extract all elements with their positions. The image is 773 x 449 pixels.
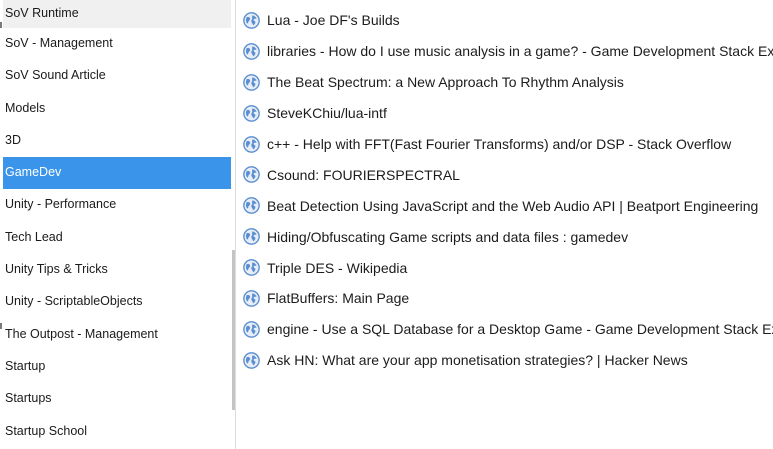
folder-item[interactable]: The Outpost - Management [3, 319, 231, 351]
bookmark-item[interactable]: Ask HN: What are your app monetisation s… [243, 345, 773, 376]
bookmark-title: FlatBuffers: Main Page [267, 290, 410, 307]
bookmark-title: c++ - Help with FFT(Fast Fourier Transfo… [267, 136, 732, 152]
bookmark-title: Ask HN: What are your app monetisation s… [267, 352, 688, 369]
bookmark-title: Beat Detection Using JavaScript and the … [267, 197, 759, 214]
bookmark-item[interactable]: Hiding/Obfuscating Game scripts and data… [243, 221, 773, 252]
globe-icon [243, 166, 260, 184]
bookmark-item[interactable]: FlatBuffers: Main Page [243, 283, 773, 314]
globe-icon [243, 197, 260, 215]
globe-icon [243, 135, 260, 153]
folder-item[interactable]: Startups [3, 383, 231, 415]
folder-item[interactable]: Unity Tips & Tricks [3, 254, 231, 286]
globe-icon [243, 290, 260, 307]
globe-icon [243, 351, 260, 369]
globe-icon [243, 104, 260, 122]
bookmark-title: engine - Use a SQL Database for a Deskto… [267, 321, 773, 338]
folder-item[interactable]: GameDev [3, 157, 231, 190]
globe-icon [243, 228, 260, 246]
folder-label: The Outpost - Management [5, 326, 158, 341]
bookmark-item[interactable]: Lua - Joe DF's Builds [243, 5, 773, 36]
globe-icon [243, 42, 260, 60]
bookmark-item[interactable]: The Beat Spectrum: a New Approach To Rhy… [243, 67, 773, 98]
folder-item[interactable]: Startup [3, 351, 231, 383]
globe-icon [243, 321, 260, 338]
folder-item[interactable]: SoV - Management [3, 28, 231, 60]
bookmark-title: Triple DES - Wikipedia [267, 259, 408, 276]
folder-item[interactable]: Models [3, 93, 231, 125]
bookmark-manager-window: SoV Runtime SoV - Management SoV Sound Art… [0, 0, 773, 449]
bookmark-title: Csound: FOURIERSPECTRAL [267, 166, 460, 183]
folder-label: Unity - Performance [5, 197, 117, 212]
folder-label: Startup School [5, 423, 87, 438]
folder-label: Tech Lead [5, 229, 63, 244]
folder-label: SoV Runtime [5, 6, 79, 20]
bookmark-title: libraries - How do I use music analysis … [267, 43, 773, 60]
folder-item[interactable]: Unity - ScriptableObjects [3, 286, 231, 318]
bookmark-item[interactable]: Beat Detection Using JavaScript and the … [243, 190, 773, 221]
folder-scrollbar[interactable] [232, 250, 235, 410]
bookmark-item[interactable]: SteveKChiu/lua-intf [243, 98, 773, 129]
folder-label: Startups [5, 391, 52, 406]
bookmark-item[interactable]: libraries - How do I use music analysis … [243, 36, 773, 67]
folder-item[interactable]: SoV Runtime [3, 0, 231, 28]
bookmark-item[interactable]: c++ - Help with FFT(Fast Fourier Transfo… [243, 129, 773, 160]
bookmark-title: SteveKChiu/lua-intf [267, 105, 387, 122]
folder-label: SoV - Management [5, 36, 113, 50]
bookmark-list: Lua - Joe DF's Builds libraries - How do … [243, 5, 773, 376]
bookmark-title: The Beat Spectrum: a New Approach To Rhy… [267, 74, 624, 91]
folder-label: Unity Tips & Tricks [5, 262, 108, 277]
edge-mark [0, 22, 2, 28]
folder-label: Startup [5, 358, 46, 373]
folder-label: SoV Sound Article [5, 68, 106, 83]
folder-item[interactable]: Startup School [3, 416, 231, 448]
edge-mark [0, 323, 2, 329]
folder-item[interactable]: SoV Sound Article [3, 60, 231, 92]
folder-label: Models [5, 100, 46, 115]
globe-icon [243, 73, 260, 91]
globe-icon [243, 12, 260, 29]
folder-label: 3D [5, 132, 21, 147]
folder-item[interactable]: 3D [3, 125, 231, 157]
folder-label: GameDev [5, 165, 62, 180]
bookmark-title: Hiding/Obfuscating Game scripts and data… [267, 228, 629, 245]
bookmark-item[interactable]: Csound: FOURIERSPECTRAL [243, 159, 773, 190]
folder-item[interactable]: Tech Lead [3, 222, 231, 254]
folder-item[interactable]: Unity - Performance [3, 189, 231, 221]
globe-icon [243, 259, 260, 276]
bookmark-title: Lua - Joe DF's Builds [267, 12, 400, 29]
bookmark-pane: Lua - Joe DF's Builds libraries - How do … [237, 0, 773, 449]
bookmark-item[interactable]: Triple DES - Wikipedia [243, 252, 773, 283]
pane-edge [0, 0, 3, 449]
bookmark-item[interactable]: engine - Use a SQL Database for a Deskto… [243, 314, 773, 345]
folder-label: Unity - ScriptableObjects [5, 294, 143, 309]
folder-list: SoV Runtime SoV - Management SoV Sound Art… [3, 0, 231, 448]
folder-pane: SoV Runtime SoV - Management SoV Sound Art… [0, 0, 236, 449]
